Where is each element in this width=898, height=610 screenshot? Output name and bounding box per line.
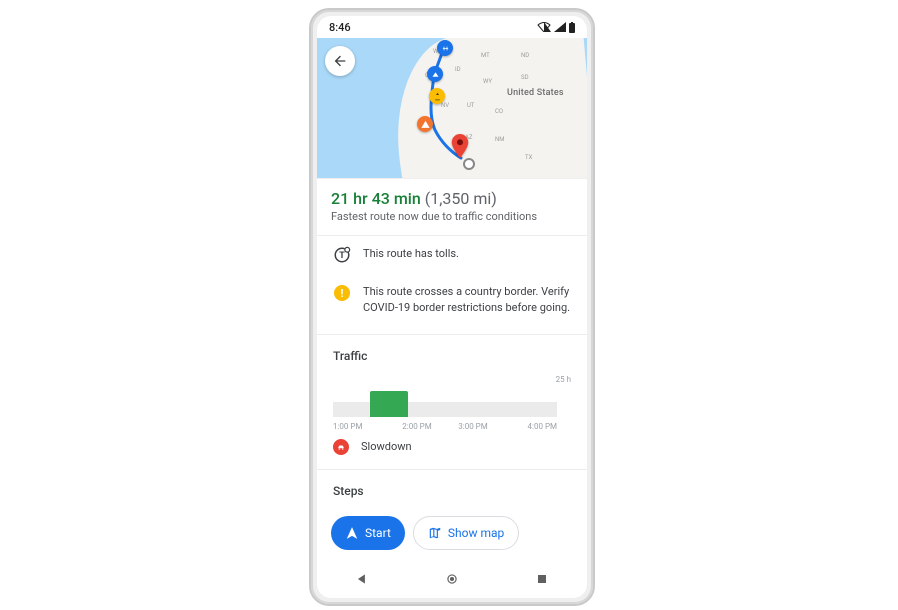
traffic-tick: 3:00 PM	[445, 422, 501, 431]
traffic-chart[interactable]: 25 h 1:00 PM2:00 PM3:00 PM4:00 PM	[333, 371, 571, 431]
eta-row: 21 hr 43 min (1,350 mi) Fastest route no…	[317, 179, 587, 227]
status-time: 8:46	[329, 21, 351, 34]
arrow-back-icon	[332, 53, 348, 69]
nav-recent-button[interactable]	[520, 567, 564, 591]
status-bar: 8:46	[317, 16, 587, 38]
traffic-bar[interactable]	[370, 385, 407, 417]
start-button[interactable]: Start	[331, 516, 405, 550]
show-map-button[interactable]: Show map	[413, 516, 519, 550]
battery-icon	[569, 22, 575, 33]
map-icon	[428, 526, 442, 540]
eta-duration: 21 hr 43 min	[331, 189, 421, 208]
cell-signal-icon	[554, 22, 566, 32]
phone-frame: 8:46 WA OR ID MT ND WY SD CA	[309, 8, 595, 606]
traffic-legend-label: Slowdown	[361, 440, 412, 453]
traffic-y-label: 25 h	[556, 375, 571, 384]
origin-pin	[437, 40, 453, 56]
nav-home-button[interactable]	[430, 567, 474, 591]
nav-back-button[interactable]	[340, 567, 384, 591]
border-text: This route crosses a country border. Ver…	[363, 284, 571, 316]
circle-home-icon	[445, 572, 459, 586]
traffic-bar[interactable]	[445, 385, 482, 417]
phone-screen: 8:46 WA OR ID MT ND WY SD CA	[317, 16, 587, 598]
warning-icon: !	[333, 284, 351, 302]
back-button[interactable]	[325, 46, 355, 76]
traffic-tick: 4:00 PM	[501, 422, 557, 431]
bottom-action-bar: Start Show map	[317, 506, 587, 560]
traffic-bar[interactable]	[333, 385, 370, 417]
square-recent-icon	[536, 573, 548, 585]
traffic-bar[interactable]	[408, 385, 445, 417]
tolls-notice: T This route has tolls.	[317, 236, 587, 274]
wifi-icon	[537, 22, 551, 32]
traffic-legend: Slowdown	[317, 435, 587, 461]
eta-subtext: Fastest route now due to traffic conditi…	[331, 210, 573, 223]
incident-pin	[427, 66, 443, 82]
status-icons	[537, 22, 575, 33]
construction-pin	[429, 88, 445, 104]
svg-text:T: T	[339, 250, 345, 260]
traffic-tick: 1:00 PM	[333, 422, 389, 431]
slowdown-icon	[333, 439, 349, 455]
navigation-icon	[345, 526, 359, 540]
traffic-title: Traffic	[317, 335, 587, 363]
tolls-text: This route has tolls.	[363, 246, 459, 262]
traffic-tick: 2:00 PM	[389, 422, 445, 431]
traffic-section: 25 h 1:00 PM2:00 PM3:00 PM4:00 PM	[317, 363, 587, 435]
show-map-label: Show map	[448, 526, 504, 540]
destination-pin	[451, 134, 469, 158]
destination-dot	[463, 158, 475, 170]
border-notice: ! This route crosses a country border. V…	[317, 274, 587, 326]
eta-distance: (1,350 mi)	[425, 189, 497, 208]
traffic-bar[interactable]	[520, 385, 557, 417]
traffic-bar[interactable]	[482, 385, 519, 417]
triangle-back-icon	[355, 572, 369, 586]
start-label: Start	[365, 526, 391, 540]
map-preview[interactable]: WA OR ID MT ND WY SD CA NV UT CO AZ NM T…	[317, 38, 587, 178]
android-nav-bar	[317, 560, 587, 598]
tolls-icon: T	[333, 246, 351, 264]
alert-pin	[417, 116, 433, 132]
